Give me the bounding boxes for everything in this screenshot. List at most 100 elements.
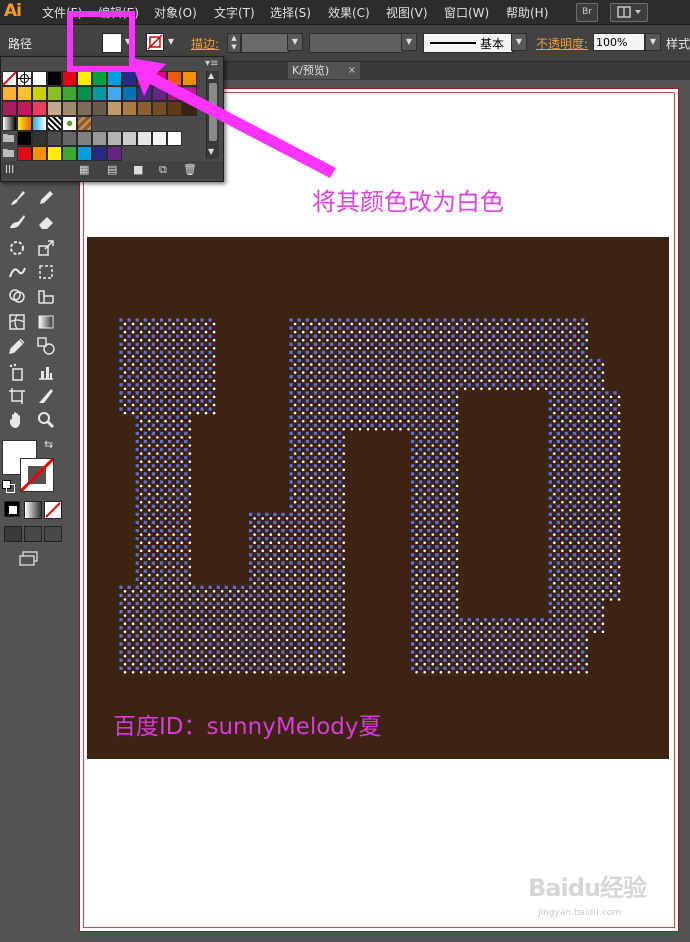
led-dot[interactable] — [350, 411, 354, 415]
led-dot[interactable] — [431, 428, 435, 431]
led-dot[interactable] — [139, 662, 143, 666]
anchor-point[interactable] — [346, 358, 350, 363]
anchor-point[interactable] — [532, 350, 536, 354]
anchor-point[interactable] — [597, 618, 601, 622]
led-dot[interactable] — [342, 444, 345, 447]
anchor-point[interactable] — [159, 585, 164, 589]
anchor-point[interactable] — [313, 399, 317, 403]
led-dot[interactable] — [204, 387, 208, 391]
led-dot[interactable] — [156, 395, 159, 399]
anchor-point[interactable] — [597, 391, 601, 395]
anchor-point[interactable] — [532, 375, 536, 379]
anchor-point[interactable] — [151, 593, 155, 597]
led-dot[interactable] — [188, 573, 192, 577]
anchor-point[interactable] — [378, 407, 382, 411]
anchor-point[interactable] — [249, 593, 253, 597]
led-dot[interactable] — [391, 330, 394, 334]
led-dot[interactable] — [180, 468, 183, 472]
led-dot[interactable] — [172, 646, 175, 650]
anchor-point[interactable] — [338, 642, 342, 646]
led-dot[interactable] — [423, 500, 427, 504]
anchor-point[interactable] — [411, 456, 415, 460]
led-dot[interactable] — [350, 347, 354, 350]
led-dot[interactable] — [131, 338, 135, 342]
anchor-point[interactable] — [443, 618, 447, 622]
anchor-point[interactable] — [281, 666, 285, 670]
led-dot[interactable] — [156, 557, 159, 561]
anchor-point[interactable] — [564, 529, 569, 533]
led-dot[interactable] — [229, 606, 232, 609]
anchor-point[interactable] — [556, 666, 560, 670]
led-dot[interactable] — [463, 387, 467, 391]
anchor-point[interactable] — [435, 658, 439, 662]
led-dot[interactable] — [334, 573, 337, 577]
anchor-point[interactable] — [475, 375, 479, 379]
led-dot[interactable] — [156, 355, 159, 358]
anchor-point[interactable] — [176, 456, 180, 460]
led-dot[interactable] — [180, 671, 183, 674]
anchor-point[interactable] — [556, 512, 560, 516]
led-dot[interactable] — [172, 452, 175, 455]
anchor-point[interactable] — [192, 407, 196, 411]
variable-width-profile-dropdown[interactable]: ▼ — [401, 33, 417, 51]
anchor-point[interactable] — [556, 634, 560, 638]
anchor-point[interactable] — [540, 642, 544, 646]
led-dot[interactable] — [212, 371, 216, 374]
anchor-point[interactable] — [257, 512, 261, 516]
led-dot[interactable] — [407, 411, 410, 415]
led-dot[interactable] — [334, 444, 337, 447]
led-dot[interactable] — [164, 322, 167, 326]
led-dot[interactable] — [577, 371, 580, 374]
led-dot[interactable] — [407, 338, 410, 342]
led-dot[interactable] — [156, 379, 159, 382]
swatch-color[interactable] — [62, 71, 77, 86]
anchor-point[interactable] — [127, 391, 131, 395]
anchor-point[interactable] — [135, 464, 139, 468]
anchor-point[interactable] — [305, 423, 309, 427]
anchor-point[interactable] — [232, 650, 236, 654]
anchor-point[interactable] — [435, 593, 439, 597]
anchor-point[interactable] — [419, 593, 423, 597]
anchor-point[interactable] — [338, 456, 342, 460]
led-dot[interactable] — [577, 671, 580, 674]
anchor-point[interactable] — [168, 666, 172, 670]
anchor-point[interactable] — [192, 342, 196, 346]
led-dot[interactable] — [593, 557, 597, 561]
led-dot[interactable] — [496, 330, 499, 334]
led-dot[interactable] — [156, 338, 159, 342]
led-dot[interactable] — [342, 411, 345, 415]
led-dot[interactable] — [569, 419, 572, 423]
led-dot[interactable] — [342, 630, 345, 634]
led-dot[interactable] — [212, 338, 216, 342]
anchor-point[interactable] — [281, 520, 285, 525]
anchor-point[interactable] — [216, 601, 220, 606]
anchor-point[interactable] — [524, 658, 528, 662]
led-dot[interactable] — [585, 419, 588, 423]
led-dot[interactable] — [148, 330, 151, 334]
anchor-point[interactable] — [451, 431, 455, 435]
anchor-point[interactable] — [613, 504, 617, 508]
anchor-point[interactable] — [573, 529, 577, 533]
anchor-point[interactable] — [208, 375, 212, 379]
led-dot[interactable] — [439, 395, 443, 399]
led-dot[interactable] — [366, 411, 370, 415]
anchor-point[interactable] — [159, 342, 164, 346]
anchor-point[interactable] — [257, 666, 261, 670]
led-dot[interactable] — [301, 363, 305, 366]
anchor-point[interactable] — [435, 577, 439, 581]
anchor-point[interactable] — [435, 537, 439, 541]
led-dot[interactable] — [261, 517, 264, 520]
led-dot[interactable] — [188, 379, 192, 382]
led-dot[interactable] — [148, 468, 151, 472]
led-dot[interactable] — [253, 671, 256, 674]
led-dot[interactable] — [156, 614, 159, 617]
anchor-point[interactable] — [338, 334, 342, 338]
anchor-point[interactable] — [330, 488, 334, 492]
led-dot[interactable] — [585, 371, 588, 374]
led-dot[interactable] — [318, 573, 321, 577]
led-dot[interactable] — [439, 411, 443, 415]
led-dot[interactable] — [164, 436, 167, 439]
anchor-point[interactable] — [402, 391, 407, 395]
anchor-point[interactable] — [435, 464, 439, 468]
led-dot[interactable] — [204, 355, 208, 358]
